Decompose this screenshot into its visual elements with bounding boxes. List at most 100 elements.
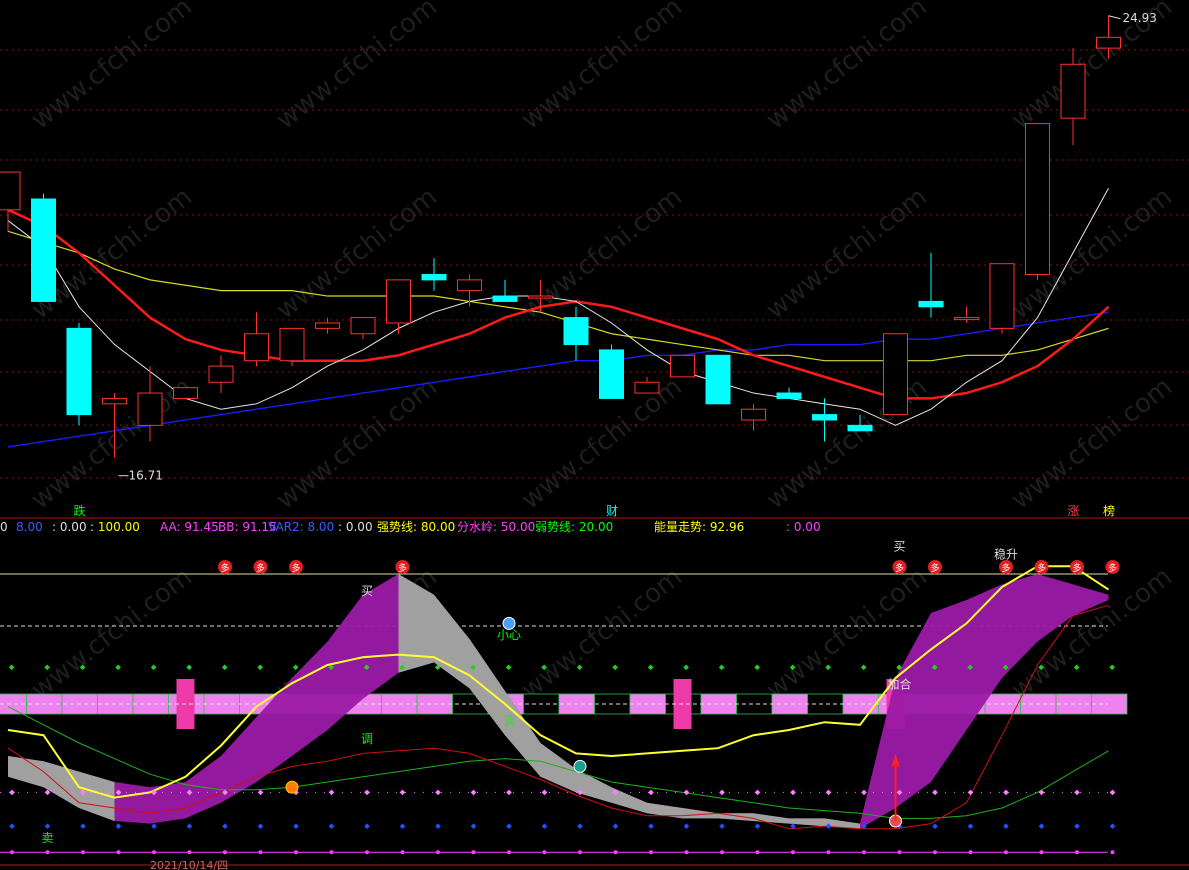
candle-body: [599, 349, 624, 399]
header-item: 0: [0, 520, 8, 534]
dot-blue: [612, 823, 619, 830]
header-item: 能量走势: 92.96: [654, 520, 744, 534]
dot-blue: [1038, 823, 1045, 830]
trend-band-gray-start: [8, 756, 115, 821]
dot-blue: [932, 823, 938, 830]
header-item: : 0.00: [52, 520, 87, 534]
candle-body: [31, 198, 56, 302]
candle-body: [883, 333, 908, 416]
indicator-label: 稳升: [994, 546, 1018, 561]
dot-pink: [1109, 789, 1116, 796]
signal-text: 多: [1072, 562, 1081, 574]
indicator-label: 买: [361, 584, 373, 598]
dot-blue: [435, 823, 441, 830]
candle-body: [918, 300, 944, 308]
dot-green: [505, 664, 512, 671]
dot-blue: [683, 823, 690, 830]
date-label: 2021/10/14/四: [150, 859, 228, 870]
indicator-label: 卖: [41, 831, 53, 845]
dot-green: [718, 664, 725, 671]
price-marker-label: 榜: [1103, 503, 1115, 518]
dot-blue: [541, 823, 548, 830]
signal-text: 多: [1001, 562, 1010, 574]
teal-ball-icon: [573, 759, 587, 773]
dot-blue: [399, 823, 406, 830]
indicator-label: 加合: [887, 676, 911, 691]
candle-body: [563, 317, 589, 346]
watermark-text: www.cfchi.com: [1006, 372, 1178, 516]
header-item: 强势线: 80.00: [377, 520, 455, 534]
dot-pink: [9, 789, 15, 796]
signal-text: 多: [930, 562, 939, 574]
signal-text: 多: [291, 562, 300, 574]
header-item: : 0.00: [786, 520, 821, 534]
dot-green: [612, 664, 618, 671]
dot-pink: [435, 789, 441, 796]
candle-body: [847, 424, 873, 432]
dot-blue: [577, 823, 583, 830]
candle-body: [1060, 63, 1086, 119]
header-item: : 0.00: [338, 520, 373, 534]
indicator-label: 小心: [497, 628, 521, 642]
orange-ball-icon: [285, 780, 299, 794]
dot-pink: [399, 789, 406, 796]
candle-body: [528, 295, 553, 299]
dot-pink: [470, 789, 477, 796]
watermark-text: www.cfchi.com: [26, 0, 198, 136]
watermark-text: www.cfchi.com: [761, 182, 933, 326]
candle-body: [386, 279, 411, 324]
dot-pink: [648, 789, 654, 796]
signal-text: 多: [256, 562, 265, 574]
signal-text: 多: [1037, 562, 1046, 574]
candle-body: [776, 392, 802, 399]
dot-blue: [719, 823, 725, 830]
candle-body: [492, 295, 518, 302]
dot-blue: [222, 823, 228, 830]
dot-green: [257, 664, 263, 671]
dot-blue: [9, 823, 15, 830]
watermark-text: www.cfchi.com: [761, 0, 933, 136]
candle-body: [741, 408, 766, 421]
price-marker-label: 财: [606, 504, 618, 518]
dot-blue: [1003, 823, 1009, 830]
price-high-pointer: [1108, 15, 1121, 20]
dot-blue: [1109, 823, 1116, 830]
dot-pink: [257, 789, 264, 796]
dot-pink: [1074, 789, 1080, 796]
dot-green: [860, 664, 867, 671]
candle-body: [1025, 123, 1050, 275]
candle-body: [705, 354, 731, 405]
indicator-header: 0 8.00: 0.00: 100.00 AA: 91.45 BB: 91.15VAR…: [0, 520, 821, 534]
dot-green: [754, 664, 760, 671]
watermark-text: www.cfchi.com: [516, 562, 688, 706]
candle-body: [1096, 36, 1121, 49]
candle-body: [989, 263, 1015, 329]
dot-blue: [1074, 823, 1080, 830]
watermark-text: www.cfchi.com: [26, 562, 198, 706]
candle-body: [0, 171, 21, 211]
candle-body: [812, 414, 837, 421]
price-marker-label: 涨: [1068, 503, 1080, 518]
dot-blue: [470, 823, 477, 830]
dot-blue: [115, 823, 122, 830]
dot-pink: [754, 789, 761, 796]
dot-pink: [1038, 789, 1045, 796]
dot-blue: [186, 823, 193, 830]
indicator-label: 调: [503, 714, 515, 728]
candle-body: [244, 333, 269, 362]
dot-green: [115, 664, 121, 671]
signal-text: 多: [398, 562, 407, 574]
header-item: AA: 91.45: [160, 520, 219, 534]
dot-blue: [151, 823, 157, 830]
watermark-text: www.cfchi.com: [271, 182, 443, 326]
signal-text: 多: [220, 562, 229, 574]
dot-blue: [967, 823, 974, 830]
candle-body: [315, 322, 340, 329]
candle-body: [102, 397, 127, 405]
price-marker-label: 跌: [74, 503, 86, 518]
dot-blue: [257, 823, 264, 830]
candle-body: [634, 381, 660, 394]
dot-blue: [44, 823, 51, 830]
dot-blue: [328, 823, 335, 830]
indicator-label: 买: [893, 540, 905, 554]
